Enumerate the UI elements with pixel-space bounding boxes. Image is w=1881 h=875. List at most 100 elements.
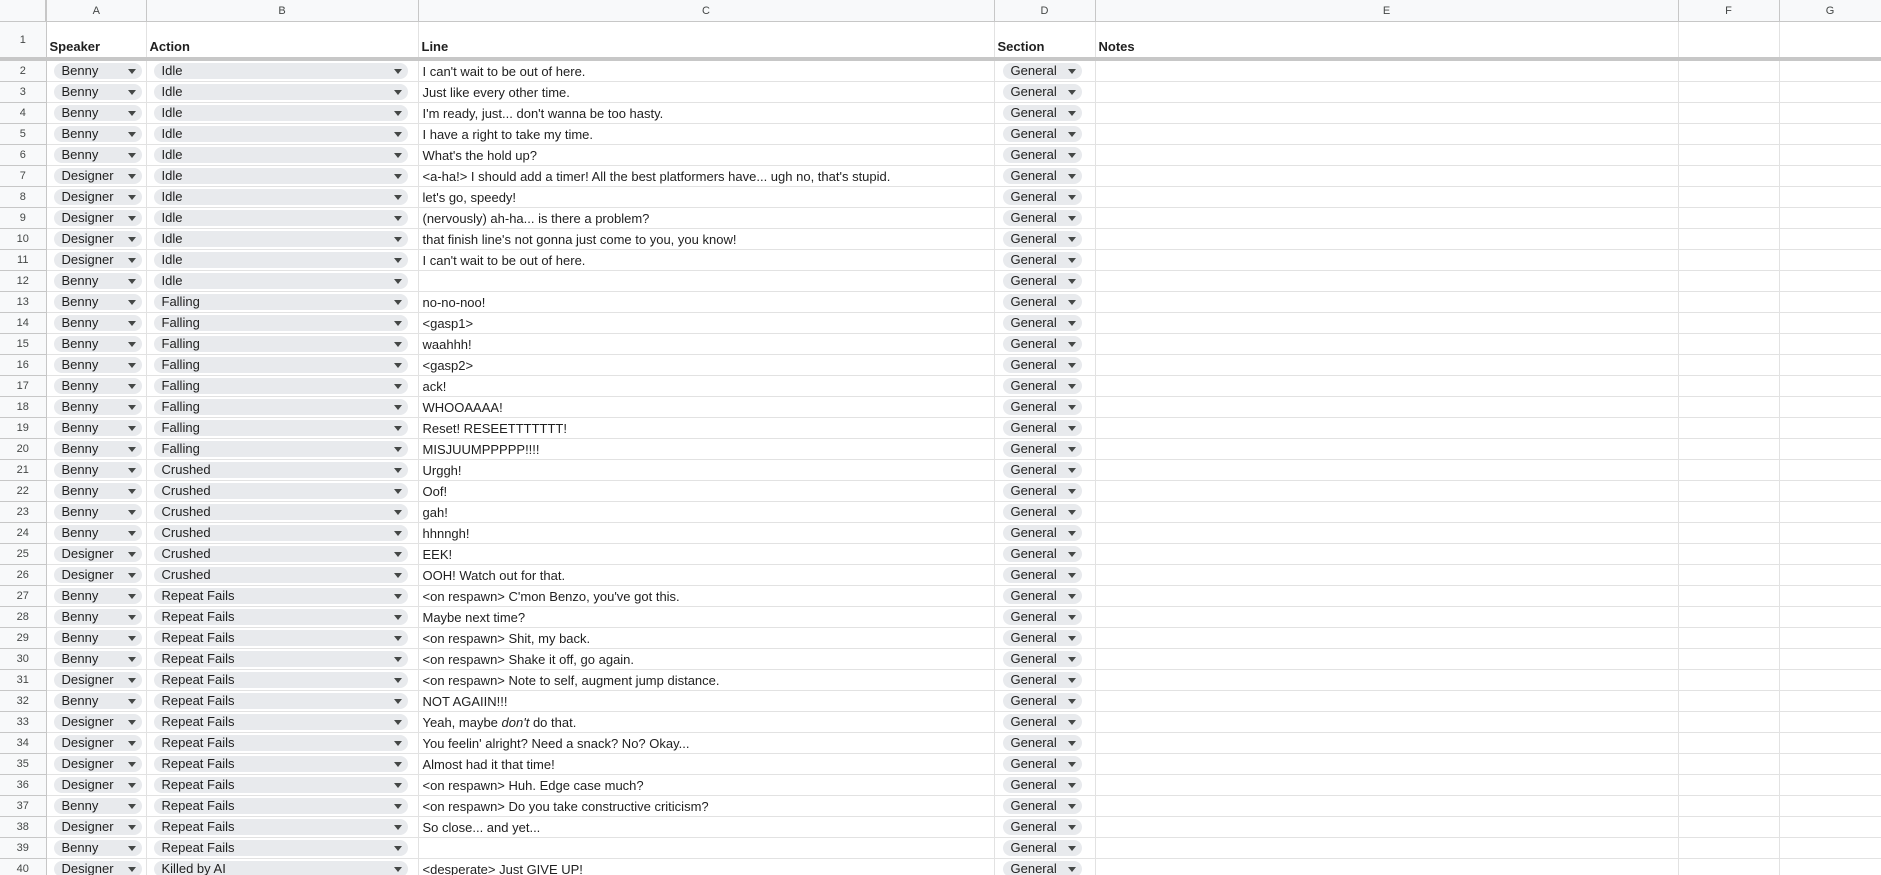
cell-g[interactable] [1779,396,1881,418]
action-dropdown[interactable]: Crushed [153,504,408,521]
row-number[interactable]: 38 [0,816,47,838]
dropdown-arrow-icon[interactable] [127,425,136,431]
dropdown-arrow-icon[interactable] [1067,845,1076,851]
speaker-cell[interactable]: Benny [46,459,147,481]
cell-g[interactable] [1779,627,1881,649]
dropdown-arrow-icon[interactable] [393,131,402,137]
cell-f[interactable] [1678,627,1780,649]
dropdown-arrow-icon[interactable] [393,635,402,641]
cell-f[interactable] [1678,417,1780,439]
speaker-dropdown[interactable]: Benny [53,462,142,479]
row-number[interactable]: 21 [0,459,47,481]
speaker-cell[interactable]: Designer [46,774,147,796]
action-cell[interactable]: Repeat Fails [146,606,419,628]
cell-g[interactable] [1779,81,1881,103]
cell-g[interactable] [1779,816,1881,838]
dropdown-arrow-icon[interactable] [393,215,402,221]
section-cell[interactable]: General [994,291,1096,313]
action-dropdown[interactable]: Falling [153,336,408,353]
cell-g[interactable] [1779,417,1881,439]
line-cell[interactable]: EEK! [418,543,995,565]
cell-f[interactable] [1678,102,1780,124]
speaker-cell[interactable]: Benny [46,81,147,103]
dropdown-arrow-icon[interactable] [1067,509,1076,515]
dropdown-arrow-icon[interactable] [1067,341,1076,347]
column-header-a[interactable]: A [46,0,147,22]
line-cell[interactable]: Almost had it that time! [418,753,995,775]
action-dropdown[interactable]: Idle [153,273,408,290]
line-cell[interactable]: You feelin' alright? Need a snack? No? O… [418,732,995,754]
action-cell[interactable]: Idle [146,59,419,82]
action-dropdown[interactable]: Idle [153,168,408,185]
speaker-dropdown[interactable]: Benny [53,399,142,416]
section-dropdown[interactable]: General [1002,126,1082,143]
speaker-dropdown[interactable]: Designer [53,567,142,584]
speaker-dropdown[interactable]: Benny [53,147,142,164]
cell-g[interactable] [1779,228,1881,250]
speaker-dropdown[interactable]: Benny [53,525,142,542]
dropdown-arrow-icon[interactable] [127,110,136,116]
speaker-dropdown[interactable]: Designer [53,735,142,752]
notes-cell[interactable] [1095,522,1679,544]
notes-cell[interactable] [1095,837,1679,859]
cell-g[interactable] [1779,354,1881,376]
line-cell[interactable]: <gasp2> [418,354,995,376]
line-cell[interactable]: gah! [418,501,995,523]
action-dropdown[interactable]: Idle [153,252,408,269]
action-cell[interactable]: Falling [146,354,419,376]
row-number[interactable]: 12 [0,270,47,292]
row-number[interactable]: 24 [0,522,47,544]
section-dropdown[interactable]: General [1002,252,1082,269]
section-dropdown[interactable]: General [1002,63,1082,80]
section-cell[interactable]: General [994,270,1096,292]
speaker-cell[interactable]: Designer [46,186,147,208]
row-number[interactable]: 26 [0,564,47,586]
dropdown-arrow-icon[interactable] [127,194,136,200]
cell-f[interactable] [1678,480,1780,502]
dropdown-arrow-icon[interactable] [393,89,402,95]
speaker-dropdown[interactable]: Benny [53,693,142,710]
section-cell[interactable]: General [994,333,1096,355]
section-cell[interactable]: General [994,816,1096,838]
speaker-cell[interactable]: Benny [46,417,147,439]
action-dropdown[interactable]: Repeat Fails [153,735,408,752]
section-dropdown[interactable]: General [1002,378,1082,395]
section-cell[interactable]: General [994,354,1096,376]
dropdown-arrow-icon[interactable] [393,803,402,809]
row-number[interactable]: 27 [0,585,47,607]
cell-f[interactable] [1678,690,1780,712]
dropdown-arrow-icon[interactable] [1067,173,1076,179]
dropdown-arrow-icon[interactable] [1067,131,1076,137]
dropdown-arrow-icon[interactable] [393,509,402,515]
notes-cell[interactable] [1095,186,1679,208]
speaker-dropdown[interactable]: Benny [53,504,142,521]
speaker-cell[interactable]: Benny [46,795,147,817]
cell-g[interactable] [1779,732,1881,754]
speaker-cell[interactable]: Benny [46,690,147,712]
action-cell[interactable]: Crushed [146,501,419,523]
dropdown-arrow-icon[interactable] [127,299,136,305]
dropdown-arrow-icon[interactable] [1067,572,1076,578]
cell-g[interactable] [1779,711,1881,733]
dropdown-arrow-icon[interactable] [1067,467,1076,473]
section-dropdown[interactable]: General [1002,819,1082,836]
header-speaker[interactable]: Speaker [46,21,147,61]
action-dropdown[interactable]: Falling [153,420,408,437]
speaker-dropdown[interactable]: Benny [53,651,142,668]
row-number[interactable]: 15 [0,333,47,355]
section-cell[interactable]: General [994,459,1096,481]
action-cell[interactable]: Crushed [146,564,419,586]
action-cell[interactable]: Falling [146,417,419,439]
section-cell[interactable]: General [994,375,1096,397]
speaker-dropdown[interactable]: Designer [53,189,142,206]
cell-f[interactable] [1678,312,1780,334]
dropdown-arrow-icon[interactable] [393,362,402,368]
action-dropdown[interactable]: Falling [153,357,408,374]
section-dropdown[interactable]: General [1002,588,1082,605]
action-dropdown[interactable]: Crushed [153,546,408,563]
dropdown-arrow-icon[interactable] [127,404,136,410]
cell-g[interactable] [1779,375,1881,397]
notes-cell[interactable] [1095,207,1679,229]
action-cell[interactable]: Crushed [146,522,419,544]
notes-cell[interactable] [1095,669,1679,691]
